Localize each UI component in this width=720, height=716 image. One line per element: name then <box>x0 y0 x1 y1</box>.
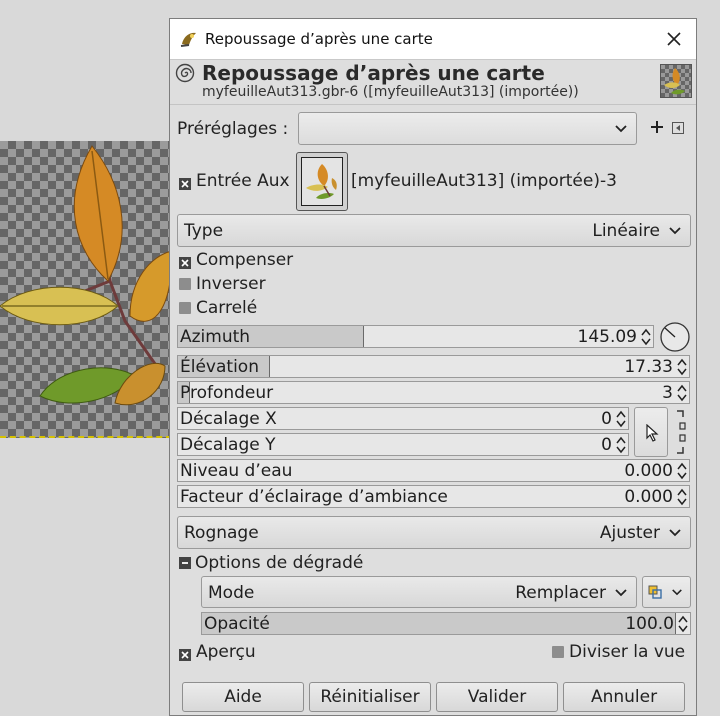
clipping-combo[interactable]: Rognage Ajuster <box>177 516 691 549</box>
chevron-down-icon <box>669 227 681 235</box>
tiled-checkbox[interactable] <box>179 302 191 314</box>
water-level-label: Niveau d’eau <box>180 461 293 481</box>
window-title: Repoussage d’après une carte <box>205 30 433 48</box>
pointer-icon <box>646 424 659 442</box>
offset-x-spinbutton[interactable]: Décalage X 0 <box>177 407 629 430</box>
presets-label: Préréglages : <box>177 119 289 139</box>
offset-y-label: Décalage Y <box>180 435 276 455</box>
aux-input-checkbox[interactable] <box>179 175 191 190</box>
spin-arrows-icon[interactable] <box>677 487 687 507</box>
split-view-checkbox[interactable] <box>552 646 564 658</box>
checked-box-icon <box>179 178 191 190</box>
filter-header: Repoussage d’après une carte myfeuilleAu… <box>170 60 696 105</box>
depth-value: 3 <box>662 383 673 403</box>
unchecked-box-icon <box>179 302 191 314</box>
cancel-button[interactable]: Annuler <box>563 682 685 712</box>
type-value: Linéaire <box>592 221 660 241</box>
compensate-checkbox[interactable] <box>179 254 191 269</box>
compensate-label: Compenser <box>196 250 294 270</box>
chevron-down-icon <box>615 589 627 597</box>
unchecked-box-icon <box>179 278 191 290</box>
ambient-label: Facteur d’éclairage d’ambiance <box>180 487 448 507</box>
pick-coordinates-button[interactable] <box>634 407 668 457</box>
drawable-name: myfeuilleAut313.gbr-6 ([myfeuilleAut313]… <box>202 84 579 100</box>
aux-input-label: Entrée Aux <box>196 171 290 191</box>
chain-icon[interactable] <box>675 409 687 455</box>
opacity-label: Opacité <box>204 614 270 634</box>
plus-icon[interactable] <box>650 120 664 134</box>
drawable-thumbnail <box>660 64 692 98</box>
offset-x-value: 0 <box>601 409 612 429</box>
depth-label: Profondeur <box>180 383 274 403</box>
spin-arrows-icon[interactable] <box>678 614 688 634</box>
swirl-icon <box>175 63 195 83</box>
offset-y-value: 0 <box>601 435 612 455</box>
elevation-value: 17.33 <box>624 357 673 377</box>
image-canvas[interactable] <box>0 141 172 438</box>
opacity-value: 100.0 <box>625 614 674 634</box>
title-bar[interactable]: Repoussage d’après une carte <box>170 19 696 60</box>
presets-combo[interactable] <box>298 112 637 145</box>
chevron-down-icon <box>615 125 627 133</box>
invert-checkbox[interactable] <box>179 278 191 290</box>
depth-spinscale[interactable]: Profondeur 3 <box>177 381 690 404</box>
blending-options-label[interactable]: Options de dégradé <box>195 553 363 573</box>
water-level-spinbutton[interactable]: Niveau d’eau 0.000 <box>177 459 690 482</box>
wilber-icon <box>180 32 196 47</box>
ok-button[interactable]: Valider <box>436 682 558 712</box>
help-button[interactable]: Aide <box>182 682 304 712</box>
type-label: Type <box>184 221 224 241</box>
blend-mode-combo[interactable]: Mode Remplacer <box>201 576 637 608</box>
preview-checkbox[interactable] <box>179 646 191 661</box>
chevron-down-icon <box>672 589 682 596</box>
water-level-value: 0.000 <box>624 461 673 481</box>
split-view-label: Diviser la vue <box>569 642 686 662</box>
azimuth-spinscale[interactable]: Azimuth 145.09 <box>177 325 654 348</box>
spin-arrows-icon[interactable] <box>677 357 687 377</box>
chevron-down-icon <box>669 529 681 537</box>
spin-arrows-icon[interactable] <box>677 383 687 403</box>
spin-arrows-icon[interactable] <box>641 327 651 347</box>
composite-mode-button[interactable] <box>642 576 691 608</box>
filter-title: Repoussage d’après une carte <box>202 61 545 85</box>
blend-mode-value: Remplacer <box>515 583 606 603</box>
azimuth-label: Azimuth <box>180 327 251 347</box>
composite-icon <box>648 585 662 599</box>
opacity-fill <box>202 613 676 634</box>
leaf-image <box>0 145 172 406</box>
aux-input-value: [myfeuilleAut313] (importée)-3 <box>351 171 617 191</box>
checked-box-icon <box>179 649 191 661</box>
type-combo[interactable]: Type Linéaire <box>177 214 691 247</box>
emboss-dialog: Repoussage d’après une carte Repoussage … <box>169 18 697 716</box>
azimuth-dial-icon[interactable] <box>659 321 691 353</box>
reset-button[interactable]: Réinitialiser <box>309 682 431 712</box>
blend-mode-label: Mode <box>208 583 255 603</box>
elevation-spinscale[interactable]: Élévation 17.33 <box>177 355 690 378</box>
clipping-value: Ajuster <box>599 523 660 543</box>
menu-arrow-icon[interactable] <box>672 122 684 134</box>
tiled-label: Carrelé <box>196 298 258 318</box>
aux-input-picker[interactable] <box>296 152 348 211</box>
leaf-preview-icon <box>306 164 337 199</box>
ambient-spinbutton[interactable]: Facteur d’éclairage d’ambiance 0.000 <box>177 485 690 508</box>
spin-arrows-icon[interactable] <box>677 461 687 481</box>
ambient-value: 0.000 <box>624 487 673 507</box>
checked-box-icon <box>179 257 191 269</box>
offset-y-spinbutton[interactable]: Décalage Y 0 <box>177 433 629 456</box>
clipping-label: Rognage <box>184 523 259 543</box>
azimuth-value: 145.09 <box>577 327 637 347</box>
unchecked-box-icon <box>552 646 564 658</box>
invert-label: Inverser <box>196 274 266 294</box>
spin-arrows-icon[interactable] <box>616 409 626 429</box>
spin-arrows-icon[interactable] <box>616 435 626 455</box>
elevation-label: Élévation <box>180 357 259 377</box>
preview-label: Aperçu <box>196 642 256 662</box>
close-icon[interactable] <box>664 29 684 49</box>
leaf-thumbnail-icon <box>664 68 685 95</box>
opacity-spinscale[interactable]: Opacité 100.0 <box>201 612 691 635</box>
collapse-icon[interactable] <box>179 557 191 569</box>
offset-x-label: Décalage X <box>180 409 277 429</box>
